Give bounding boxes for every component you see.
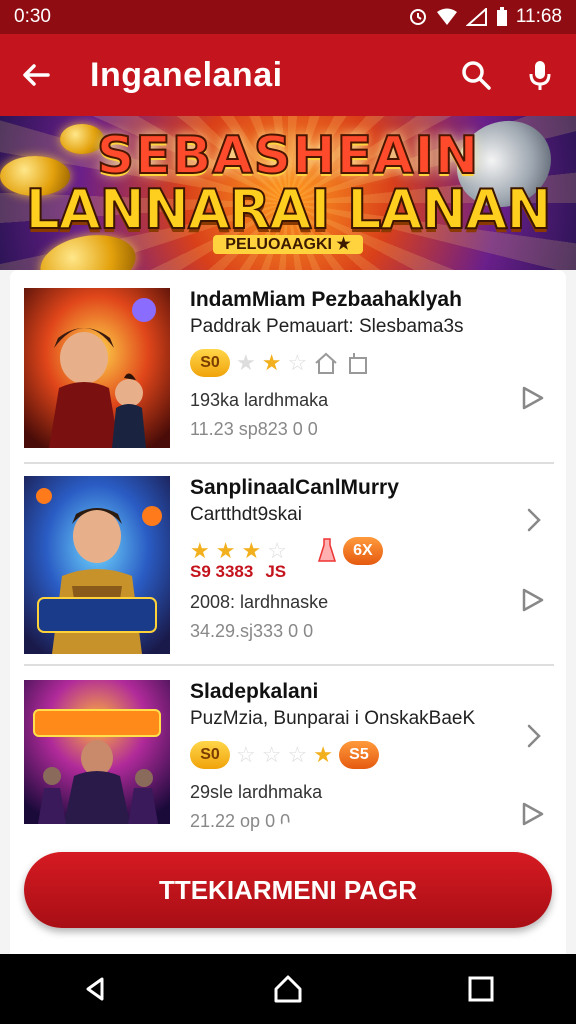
search-button[interactable] — [456, 55, 496, 95]
divider — [24, 462, 554, 464]
app-bar: Inganelanai — [0, 34, 576, 116]
list-item[interactable]: IndamMiam Pezbaahaklyah Paddrak Pemauart… — [24, 288, 554, 458]
item-subtitle: Cartthdt9skai — [190, 504, 302, 525]
star-filled-icon: ★ — [241, 538, 262, 563]
banner-subtitle: LANNARAI LANAN — [24, 177, 552, 242]
item-subtitle: PuzMzia, Bunparai i OnskakBaeK — [190, 708, 476, 729]
star-empty-icon: ☆ — [267, 538, 287, 563]
star-filled-icon: ★ — [215, 538, 236, 563]
primary-action-button[interactable]: TTEKIARMENI PAGR — [24, 852, 552, 928]
star-empty-icon: ☆ — [287, 350, 308, 375]
item-title: SanplinaalCanlMurry — [190, 476, 399, 499]
item-subtitle: Paddrak Pemauart: Slesbama3s — [190, 316, 464, 337]
banner-title: SEBASHEAIN — [96, 125, 480, 187]
star-empty-icon: ☆ — [287, 742, 308, 767]
status-bar: 0:30 11:68 — [0, 0, 576, 34]
game-thumbnail — [24, 476, 170, 654]
item-title: IndamMiam Pezbaahaklyah — [190, 288, 462, 311]
level-badge: S5 — [338, 741, 379, 769]
item-info: Sladepkalani PuzMzia, Bunparai i OnskakB… — [190, 680, 530, 832]
star-empty-icon: ★ — [236, 350, 256, 375]
coin-badge: S0 — [190, 349, 230, 377]
rating-row: S0 ☆ ☆ ☆ ★ S5 — [190, 740, 530, 770]
coin-badge: S0 — [190, 741, 230, 769]
item-meta: 11.23 sp823 0 0 — [190, 419, 318, 439]
back-button[interactable] — [16, 55, 56, 95]
item-meta: 21.22 op 0 0 — [190, 811, 291, 831]
star-filled-icon: ★ — [190, 538, 210, 563]
nav-back-icon[interactable] — [80, 974, 110, 1004]
banner-tagline: PELUOAAGKI ★ — [0, 234, 576, 254]
battery-icon — [496, 7, 507, 26]
item-meta: 34.29.sj333 0 0 — [190, 621, 314, 641]
star-empty-icon: ☆ — [236, 742, 256, 767]
price-text: S9 3383 — [190, 562, 254, 581]
back-arrow-icon — [23, 64, 50, 86]
alarm-icon — [409, 9, 426, 25]
price-row: S9 3383 JS — [190, 562, 530, 582]
share-icon[interactable] — [520, 800, 548, 828]
status-icons: 11:68 — [408, 6, 562, 28]
chevron-right-icon[interactable] — [520, 722, 548, 750]
level-badge: 6X — [342, 537, 383, 565]
nav-recents-icon[interactable] — [466, 974, 496, 1004]
microphone-icon — [529, 61, 551, 90]
item-downloads: 2008: lardhnaske — [190, 592, 329, 612]
search-icon — [462, 61, 491, 90]
star-filled-icon: ★ — [261, 350, 282, 375]
list-item[interactable]: SanplinaalCanlMurry Cartthdt9skai ★ ★ ★ … — [24, 476, 554, 654]
item-downloads: 193ka lardhmaka — [190, 390, 329, 410]
game-thumbnail — [24, 288, 170, 448]
status-clock: 11:68 — [515, 6, 562, 27]
item-downloads: 29sle lardhmaka — [190, 782, 323, 802]
promo-banner[interactable]: SEBASHEAIN LANNARAI LANAN PELUOAAGKI ★ — [0, 116, 576, 274]
home-icon — [315, 352, 337, 374]
star-empty-icon: ☆ — [261, 742, 282, 767]
page-title: Inganelanai — [90, 55, 283, 94]
divider — [24, 664, 554, 666]
game-thumbnail — [24, 680, 170, 824]
item-info: SanplinaalCanlMurry Cartthdt9skai ★ ★ ★ … — [190, 476, 530, 642]
share-icon[interactable] — [520, 384, 548, 412]
voice-search-button[interactable] — [520, 55, 560, 95]
nav-home-icon[interactable] — [271, 972, 305, 1006]
item-title: Sladepkalani — [190, 680, 319, 703]
share-icon[interactable] — [520, 586, 548, 614]
status-time: 0:30 — [14, 6, 51, 27]
item-info: IndamMiam Pezbaahaklyah Paddrak Pemauart… — [190, 288, 530, 440]
star-filled-icon: ★ — [313, 742, 333, 767]
chevron-right-icon[interactable] — [520, 506, 548, 534]
system-nav-bar — [0, 954, 576, 1024]
signal-icon — [465, 8, 487, 26]
bookmark-icon — [349, 353, 368, 374]
currency-text: JS — [265, 562, 287, 581]
rating-row: S0 ★ ★ ☆ — [190, 348, 530, 378]
banner-tagline-text: PELUOAAGKI ★ — [213, 235, 363, 254]
wifi-icon — [436, 8, 457, 25]
cta-pointer — [250, 820, 322, 856]
bottle-icon — [317, 538, 336, 562]
